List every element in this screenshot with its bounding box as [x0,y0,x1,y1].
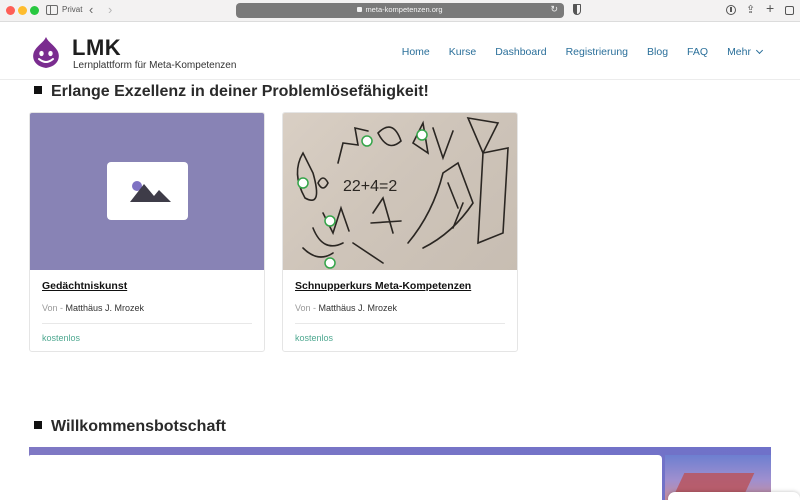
nav-mehr-label: Mehr [727,46,751,58]
nav-kurse[interactable]: Kurse [449,46,476,58]
welcome-section-title-text: Willkommensbotschaft [51,418,226,435]
courses-section-title-text: Erlange Exzellenz in deiner Problemlösef… [51,83,429,100]
logo-icon[interactable] [30,36,62,70]
course-card[interactable]: 22+4=2 Schnupperkurs Meta-Kompetenzen Vo… [282,112,518,352]
bullet-square-icon [34,421,42,429]
address-bar[interactable]: meta-kompetenzen.org ↻ [236,3,564,18]
course-price: kostenlos [42,333,81,343]
nav-mehr[interactable]: Mehr [727,46,764,58]
course-title[interactable]: Schnupperkurs Meta-Kompetenzen [295,280,471,292]
privacy-shield-icon[interactable] [573,4,581,15]
bullet-square-icon [34,86,42,94]
svg-text:22+4=2: 22+4=2 [343,178,397,195]
card-divider [295,323,505,324]
brand-name[interactable]: LMK [72,35,121,61]
back-arrow-icon[interactable]: ‹ [89,2,93,18]
brand-tagline: Lernplattform für Meta-Kompetenzen [73,60,237,71]
author-prefix: Von - [295,303,317,313]
nav-dashboard[interactable]: Dashboard [495,46,546,58]
course-author: Von - Matthäus J. Mrozek [295,303,397,313]
close-window-button[interactable] [6,6,15,15]
course-title[interactable]: Gedächtniskunst [42,280,127,292]
chevron-down-icon [755,46,764,55]
minimize-window-button[interactable] [18,6,27,15]
welcome-section-title: Willkommensbotschaft [34,418,226,436]
url-value: meta-kompetenzen.org [365,5,443,14]
share-icon[interactable]: ⇪ [746,3,755,17]
author-name[interactable]: Matthäus J. Mrozek [66,303,145,313]
nav-registrierung[interactable]: Registrierung [566,46,628,58]
image-placeholder-icon [107,162,188,220]
course-card[interactable]: Gedächtniskunst Von - Matthäus J. Mrozek… [29,112,265,352]
course-thumbnail[interactable] [30,113,264,270]
main-navigation: Home Kurse Dashboard Registrierung Blog … [383,46,764,58]
floating-widget[interactable] [668,492,800,500]
forward-arrow-icon[interactable]: › [108,2,112,18]
reload-icon[interactable]: ↻ [550,4,558,15]
sidebar-toggle-icon[interactable] [46,5,58,15]
download-icon[interactable] [726,5,736,15]
browser-toolbar: Privat ‹ › meta-kompetenzen.org ↻ ⇪ + [0,0,800,22]
course-author: Von - Matthäus J. Mrozek [42,303,144,313]
nav-home[interactable]: Home [402,46,430,58]
courses-section-title: Erlange Exzellenz in deiner Problemlösef… [34,83,429,101]
new-tab-icon[interactable]: + [766,1,774,15]
tab-overview-icon[interactable] [785,6,794,15]
lock-icon [357,7,363,12]
welcome-content-panel [29,455,662,500]
site-header: LMK Lernplattform für Meta-Kompetenzen H… [0,22,800,80]
sketch-photo: 22+4=2 [296,116,509,269]
zoom-window-button[interactable] [30,6,39,15]
nav-blog[interactable]: Blog [647,46,668,58]
address-text: meta-kompetenzen.org [236,5,564,14]
course-thumbnail[interactable]: 22+4=2 [283,113,517,270]
course-price: kostenlos [295,333,334,343]
card-divider [42,323,252,324]
private-mode-label: Privat [62,5,83,14]
author-prefix: Von - [42,303,64,313]
author-name[interactable]: Matthäus J. Mrozek [319,303,398,313]
nav-faq[interactable]: FAQ [687,46,708,58]
